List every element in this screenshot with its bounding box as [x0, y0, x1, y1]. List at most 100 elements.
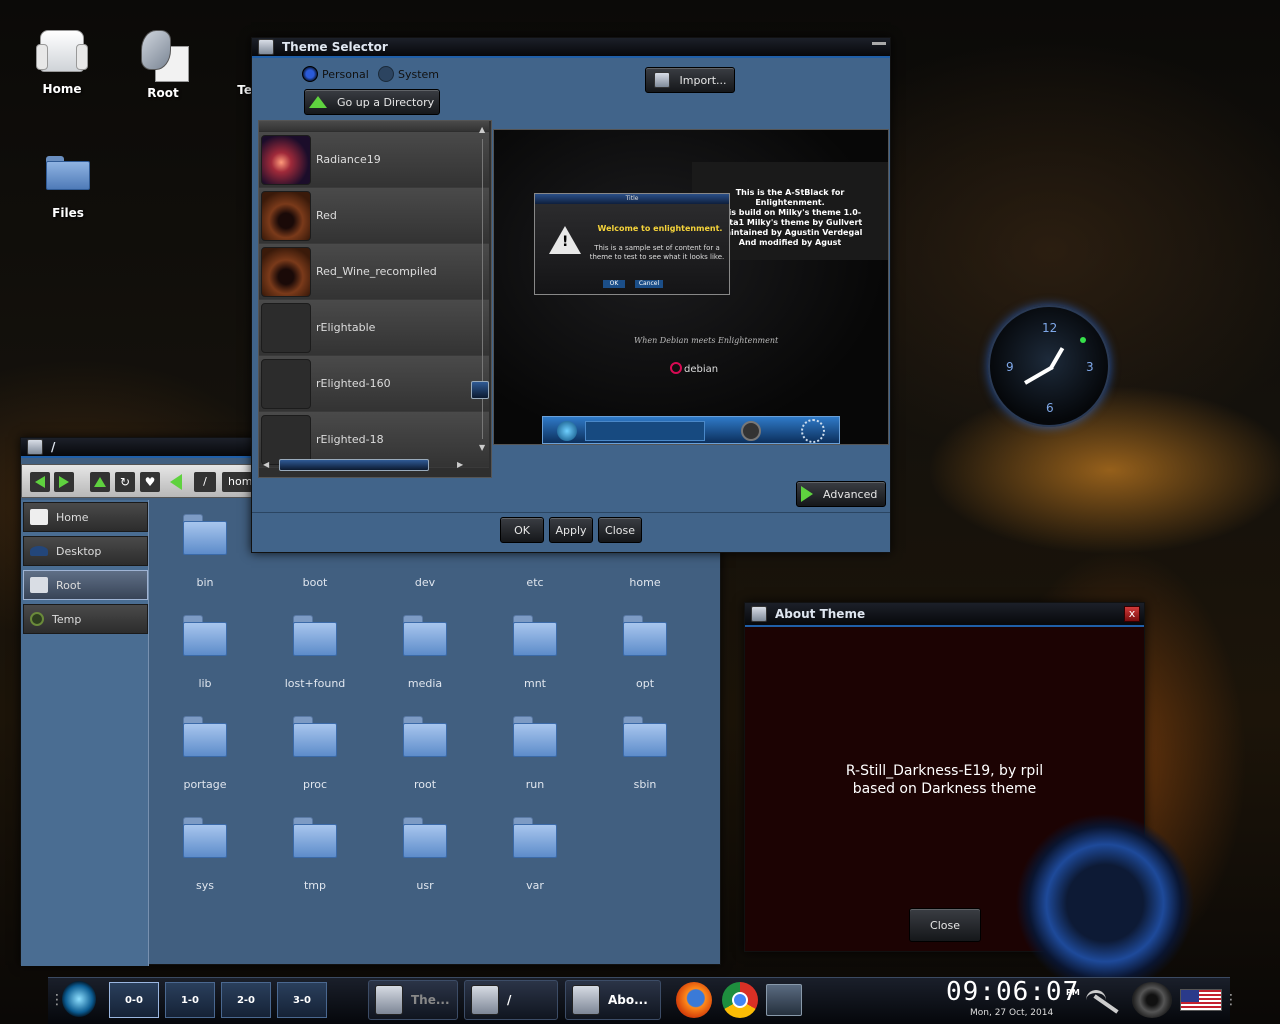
- keyboard-layout-flag-icon[interactable]: [1180, 989, 1222, 1011]
- folder-item[interactable]: lib: [150, 615, 260, 690]
- pager-desk-3-0[interactable]: 3-0: [277, 982, 327, 1018]
- theme-list[interactable]: Radiance19 Red Red_Wine_recompiled rElig…: [258, 120, 492, 478]
- advanced-button[interactable]: Advanced: [796, 481, 886, 507]
- folder-item[interactable]: portage: [150, 716, 260, 791]
- chrome-icon[interactable]: [722, 982, 758, 1018]
- apply-button[interactable]: Apply: [549, 517, 593, 543]
- desktop-icon-temp[interactable]: Te: [202, 83, 252, 97]
- theme-selector-titlebar[interactable]: Theme Selector: [252, 38, 890, 58]
- clock-indicator-dot: [1080, 337, 1086, 343]
- import-button[interactable]: Import...: [645, 67, 735, 93]
- about-theme-titlebar[interactable]: About Theme x: [745, 603, 1144, 627]
- about-theme-window[interactable]: About Theme x R-Still_Darkness-E19, by r…: [744, 602, 1195, 993]
- pager-desk-1-0[interactable]: 1-0: [165, 982, 215, 1018]
- volume-disc-icon[interactable]: [1132, 982, 1172, 1018]
- desktop-icon-label: Files: [52, 206, 84, 220]
- close-button[interactable]: Close: [598, 517, 642, 543]
- scroll-left-arrow-icon[interactable]: ◀: [263, 460, 269, 469]
- clock-time[interactable]: 09:06:07: [946, 977, 1079, 1007]
- theme-row[interactable]: rElighted-160: [259, 356, 489, 412]
- analog-clock-widget[interactable]: 12 3 6 9: [988, 305, 1110, 427]
- forward-button[interactable]: [54, 472, 74, 492]
- folder-item[interactable]: usr: [370, 817, 480, 892]
- radio-system[interactable]: System: [378, 66, 439, 82]
- folder-item[interactable]: sbin: [590, 716, 700, 791]
- theme-icon: [653, 72, 670, 88]
- wifi-icon[interactable]: [1086, 980, 1122, 1016]
- parent-dir-button[interactable]: [90, 472, 110, 492]
- screenshot-icon[interactable]: [766, 984, 802, 1016]
- theme-row[interactable]: Red_Wine_recompiled: [259, 244, 489, 300]
- path-input[interactable]: hom: [222, 472, 254, 492]
- theme-icon: [258, 39, 274, 55]
- root-tools-icon: [471, 985, 499, 1015]
- folder-item[interactable]: opt: [590, 615, 700, 690]
- folder-item[interactable]: root: [370, 716, 480, 791]
- theme-selector-window[interactable]: Theme Selector Personal System Go up a D…: [251, 37, 891, 553]
- start-button[interactable]: [62, 981, 96, 1017]
- horizontal-scrollbar[interactable]: ◀ ▶: [263, 459, 471, 473]
- folder-label: dev: [414, 576, 436, 589]
- about-close-button[interactable]: Close: [909, 908, 981, 942]
- folder-label: var: [526, 879, 544, 892]
- clock-ampm: PM: [1066, 988, 1080, 997]
- folder-item[interactable]: sys: [150, 817, 260, 892]
- go-up-directory-button[interactable]: Go up a Directory: [304, 89, 440, 115]
- desktop-icon-root[interactable]: Root: [118, 26, 208, 100]
- task-theme-selector[interactable]: The...: [368, 980, 458, 1020]
- folder-item[interactable]: tmp: [260, 817, 370, 892]
- shelf-handle-right[interactable]: ⋮: [1224, 992, 1238, 1008]
- task-file-manager[interactable]: /: [464, 980, 558, 1020]
- sidebar-item-temp[interactable]: Temp: [23, 604, 148, 634]
- scroll-down-arrow-icon[interactable]: ▼: [479, 443, 485, 452]
- folder-label: portage: [183, 778, 227, 791]
- theme-thumbnail: [261, 414, 311, 465]
- pager-desk-2-0[interactable]: 2-0: [221, 982, 271, 1018]
- back-button[interactable]: [30, 472, 50, 492]
- pager-desk-0-0[interactable]: 0-0: [109, 982, 159, 1018]
- folder-item[interactable]: mnt: [480, 615, 590, 690]
- sidebar-item-home[interactable]: Home: [23, 502, 148, 532]
- favorite-button[interactable]: ♥: [140, 472, 160, 492]
- folder-item[interactable]: bin: [150, 514, 260, 589]
- scroll-up-arrow-icon[interactable]: ▲: [479, 125, 485, 134]
- scroll-thumb[interactable]: [471, 381, 489, 399]
- vertical-scrollbar[interactable]: ▲ ▼: [471, 125, 489, 455]
- task-about-theme[interactable]: Abo...: [565, 980, 661, 1020]
- root-tools-icon: [30, 577, 48, 593]
- folder-label: sys: [196, 879, 214, 892]
- theme-row[interactable]: Red: [259, 188, 489, 244]
- folder-icon: [181, 514, 229, 556]
- ok-button[interactable]: OK: [500, 517, 544, 543]
- folder-item[interactable]: media: [370, 615, 480, 690]
- debian-logo-icon: [670, 362, 682, 374]
- history-back-button[interactable]: [170, 474, 182, 490]
- folder-item[interactable]: proc: [260, 716, 370, 791]
- refresh-button[interactable]: ↻: [115, 472, 135, 492]
- theme-row[interactable]: rElightable: [259, 300, 489, 356]
- radio-personal[interactable]: Personal: [302, 66, 369, 82]
- scroll-thumb[interactable]: [279, 459, 429, 471]
- folder-item[interactable]: lost+found: [260, 615, 370, 690]
- sidebar-item-label: Temp: [52, 612, 82, 626]
- close-x-button[interactable]: x: [1124, 606, 1140, 622]
- folder-item[interactable]: var: [480, 817, 590, 892]
- folder-item[interactable]: run: [480, 716, 590, 791]
- scroll-right-arrow-icon[interactable]: ▶: [457, 460, 463, 469]
- sidebar-item-root[interactable]: Root: [23, 570, 148, 600]
- folder-label: lost+found: [284, 677, 346, 690]
- about-text-line2: based on Darkness theme: [852, 781, 1037, 797]
- theme-row[interactable]: Radiance19: [259, 132, 489, 188]
- folder-icon: [511, 615, 559, 657]
- preview-dialog: Title ! Welcome to enlightenment. This i…: [534, 193, 730, 295]
- minimize-button[interactable]: [872, 42, 886, 45]
- theme-name: rElighted-160: [316, 377, 391, 390]
- desktop-icon-files[interactable]: Files: [23, 146, 113, 220]
- folder-icon: [511, 817, 559, 859]
- firefox-icon[interactable]: [676, 982, 712, 1018]
- desktop-icon-home[interactable]: Home: [17, 22, 107, 96]
- theme-thumbnail: [261, 134, 311, 185]
- about-decoration: [1015, 813, 1195, 993]
- sidebar-item-desktop[interactable]: Desktop: [23, 536, 148, 566]
- location-root-button[interactable]: /: [194, 472, 216, 492]
